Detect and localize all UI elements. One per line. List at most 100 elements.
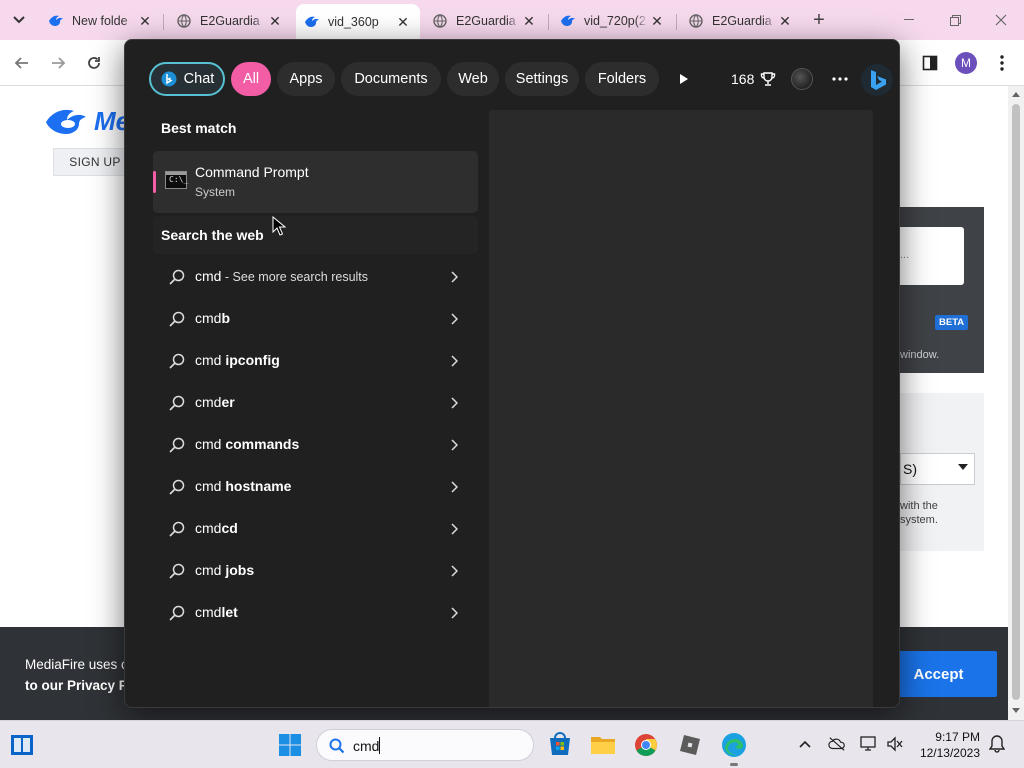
chevron-right-icon <box>451 313 458 325</box>
cookie-text: MediaFire uses c to our Privacy Po <box>25 654 136 696</box>
system-clock[interactable]: 9:17 PM 12/13/2023 <box>916 729 980 761</box>
network-tray[interactable] <box>860 735 878 753</box>
clock-date: 12/13/2023 <box>919 746 980 760</box>
ellipsis-icon <box>832 77 848 81</box>
new-tab-button[interactable]: + <box>808 8 830 32</box>
globe-icon <box>176 13 192 29</box>
search-icon <box>169 563 185 579</box>
scroll-up-icon[interactable] <box>1012 92 1020 97</box>
taskbar-roblox[interactable] <box>674 729 706 761</box>
taskbar-edge[interactable] <box>718 729 750 766</box>
result-prefix: cmd <box>195 394 222 410</box>
minimize-button[interactable] <box>894 8 924 32</box>
volume-tray[interactable] <box>886 735 904 753</box>
web-result[interactable]: cmdb <box>153 299 478 339</box>
more-options-button[interactable] <box>829 68 851 90</box>
web-result[interactable]: cmdlet <box>153 593 478 633</box>
best-match-result[interactable]: C:\_ Command Prompt System <box>153 151 478 213</box>
restore-button[interactable] <box>940 8 970 32</box>
close-icon[interactable]: ✕ <box>266 12 284 30</box>
web-result[interactable]: cmd - See more search results <box>153 257 478 297</box>
back-button[interactable] <box>10 51 34 75</box>
bing-icon <box>871 70 886 90</box>
command-prompt-icon: C:\_ <box>165 171 188 189</box>
browser-tab[interactable]: vid_720p(2 ✕ <box>552 6 674 36</box>
result-text: cmd - See more search results <box>195 268 368 284</box>
close-icon[interactable]: ✕ <box>648 12 666 30</box>
task-view-button[interactable] <box>6 729 38 761</box>
taskbar-app-store[interactable] <box>544 729 576 761</box>
volume-muted-icon <box>887 736 903 752</box>
close-icon[interactable]: ✕ <box>776 12 794 30</box>
active-app-indicator <box>730 763 738 766</box>
search-icon <box>169 521 185 537</box>
filter-apps[interactable]: Apps <box>277 62 335 96</box>
close-window-button[interactable] <box>986 8 1016 32</box>
taskbar-file-explorer[interactable] <box>587 729 619 761</box>
onedrive-tray[interactable] <box>828 735 846 753</box>
forward-button[interactable] <box>46 51 70 75</box>
web-result[interactable]: cmd commands <box>153 425 478 465</box>
web-result[interactable]: cmder <box>153 383 478 423</box>
web-result[interactable]: cmd hostname <box>153 467 478 507</box>
upload-panel: ... BETA window. <box>900 207 984 373</box>
web-result[interactable]: cmd jobs <box>153 551 478 591</box>
result-subtitle: System <box>195 185 236 199</box>
result-prefix: cmd <box>195 352 226 368</box>
card-text-line: system. <box>900 514 938 526</box>
result-text: cmder <box>195 394 235 410</box>
result-text: cmd ipconfig <box>195 352 280 368</box>
show-hidden-icons-button[interactable] <box>796 735 814 753</box>
panel-text: window. <box>900 349 940 361</box>
bing-button[interactable] <box>861 64 893 96</box>
filter-documents[interactable]: Documents <box>341 62 441 96</box>
filter-folders[interactable]: Folders <box>585 62 659 96</box>
close-icon[interactable]: ✕ <box>394 13 412 31</box>
browser-tab[interactable]: New folde ✕ <box>40 6 162 36</box>
browser-tab[interactable]: E2Guardia ✕ <box>424 6 546 36</box>
result-bold: cd <box>221 520 238 536</box>
result-bold: b <box>221 310 231 326</box>
result-text: cmd commands <box>195 436 299 452</box>
tab-search-button[interactable] <box>6 8 32 32</box>
tab-title: vid_360p <box>328 15 379 29</box>
windows-search-flyout: Chat All Apps Documents Web Settings Fol… <box>124 39 900 708</box>
scroll-down-icon[interactable] <box>1012 708 1020 713</box>
mediafire-logo[interactable]: Me <box>44 104 134 140</box>
browser-tab[interactable]: E2Guardia ✕ <box>168 6 292 36</box>
panel-input[interactable]: ... <box>900 227 964 285</box>
web-result[interactable]: cmdcd <box>153 509 478 549</box>
bell-icon <box>989 735 1005 753</box>
filter-web[interactable]: Web <box>447 62 499 96</box>
page-scrollbar[interactable] <box>1008 86 1024 720</box>
result-bold: commands <box>225 436 300 452</box>
taskbar-chrome[interactable] <box>630 729 662 761</box>
side-panel-button[interactable] <box>918 51 942 75</box>
close-icon[interactable]: ✕ <box>520 12 538 30</box>
cookie-text-line[interactable]: to our Privacy Po <box>25 675 136 696</box>
notifications-button[interactable] <box>988 735 1006 753</box>
reload-icon <box>88 57 100 69</box>
browser-tab[interactable]: E2Guardia ✕ <box>680 6 802 36</box>
filter-all[interactable]: All <box>231 62 271 96</box>
taskbar-search-input[interactable]: cmd <box>316 729 534 761</box>
user-avatar[interactable] <box>791 68 813 90</box>
monitor-icon <box>860 736 876 751</box>
rewards-points[interactable]: 168 <box>731 62 776 96</box>
start-icon <box>279 734 301 756</box>
onedrive-offline-icon <box>828 737 845 751</box>
web-result[interactable]: cmd ipconfig <box>153 341 478 381</box>
more-filters-button[interactable] <box>675 70 693 88</box>
browser-menu-button[interactable] <box>990 51 1014 75</box>
filter-chat[interactable]: Chat <box>149 62 225 96</box>
mediafire-icon <box>304 14 320 30</box>
filter-settings[interactable]: Settings <box>505 62 579 96</box>
close-icon[interactable]: ✕ <box>136 12 154 30</box>
browser-tab-active[interactable]: vid_360p ✕ <box>296 4 420 40</box>
profile-button[interactable]: M <box>954 51 978 75</box>
os-select[interactable]: S) <box>900 453 975 485</box>
reload-button[interactable] <box>82 51 106 75</box>
start-button[interactable] <box>274 729 306 761</box>
result-text: cmdcd <box>195 520 238 536</box>
scroll-thumb[interactable] <box>1012 104 1020 700</box>
